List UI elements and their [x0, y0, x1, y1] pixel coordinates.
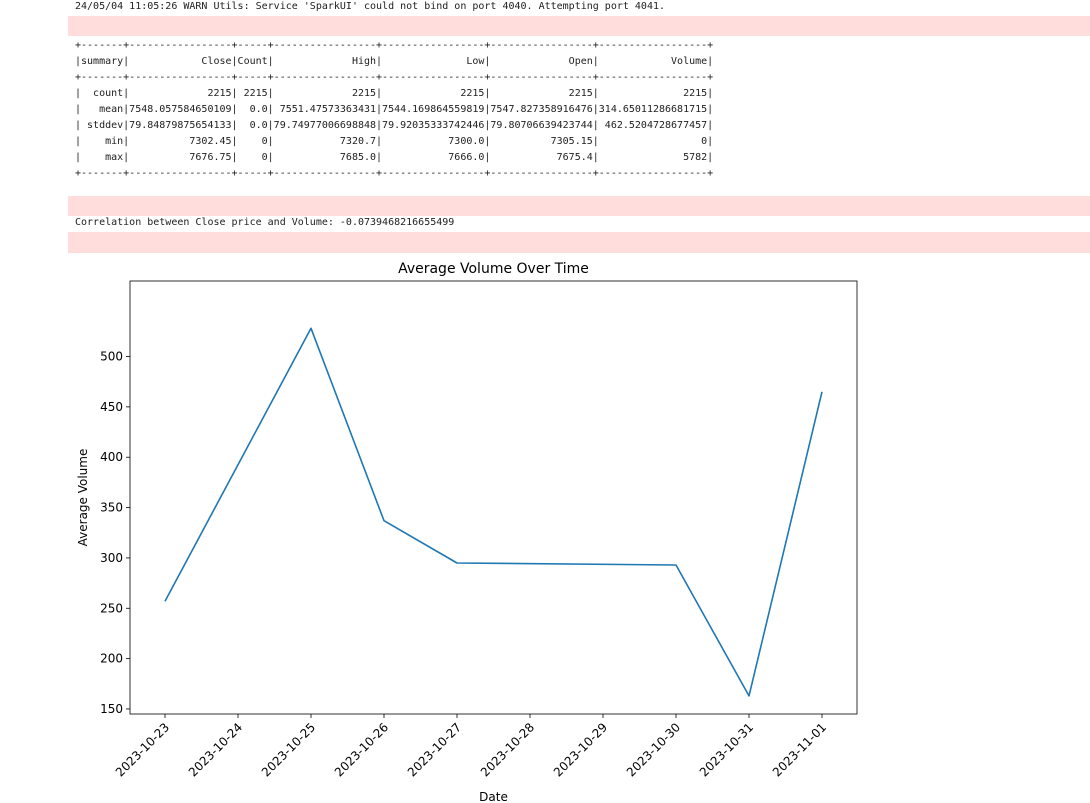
x-tick-label: 2023-10-31	[697, 720, 756, 779]
x-tick-label: 2023-10-25	[259, 720, 318, 779]
y-tick-label: 150	[100, 702, 123, 716]
table-line: +-------+-----------------+-----+-------…	[75, 72, 714, 83]
stderr-band	[68, 196, 1090, 216]
table-line: +-------+-----------------+-----+-------…	[75, 40, 714, 51]
correlation-output: Correlation between Close price and Volu…	[75, 217, 455, 228]
table-line: | min| 7302.45| 0| 7320.7| 7300.0| 7305.…	[75, 136, 714, 147]
x-tick-label: 2023-10-26	[332, 720, 391, 779]
stderr-band	[68, 16, 1090, 36]
table-line: |summary| Close|Count| High| Low| Open| …	[75, 56, 714, 67]
table-line: | mean|7548.057584650109| 0.0| 7551.4757…	[75, 104, 714, 115]
y-tick-label: 450	[100, 400, 123, 414]
x-tick-label: 2023-10-23	[113, 720, 172, 779]
y-axis-label: Average Volume	[76, 449, 90, 547]
plot-frame	[129, 280, 858, 715]
describe-table: +-------+-----------------+-----+-------…	[75, 38, 713, 182]
x-tick-label: 2023-11-01	[770, 720, 829, 779]
y-tick-label: 200	[100, 652, 123, 666]
x-tick-label: 2023-10-30	[624, 720, 683, 779]
table-line: | stddev|79.84879875654133| 0.0|79.74977…	[75, 120, 714, 131]
table-line: | max| 7676.75| 0| 7685.0| 7666.0| 7675.…	[75, 152, 714, 163]
stderr-band	[68, 232, 1090, 253]
x-tick-label: 2023-10-24	[186, 720, 245, 779]
chart-title: Average Volume Over Time	[398, 261, 589, 277]
y-tick-label: 400	[100, 450, 123, 464]
y-tick-label: 350	[100, 501, 123, 515]
x-axis-label: Date	[479, 790, 508, 803]
y-tick-label: 250	[100, 601, 123, 615]
y-tick-label: 300	[100, 551, 123, 565]
table-line: +-------+-----------------+-----+-------…	[75, 168, 714, 179]
x-tick-label: 2023-10-29	[551, 720, 610, 779]
x-tick-label: 2023-10-27	[405, 720, 464, 779]
y-tick-label: 500	[100, 350, 123, 364]
x-tick-label: 2023-10-28	[478, 720, 537, 779]
series-line	[164, 327, 823, 697]
warn-log-line: 24/05/04 11:05:26 WARN Utils: Service 'S…	[75, 1, 666, 12]
table-line: | count| 2215| 2215| 2215| 2215| 2215| 2…	[75, 88, 714, 99]
average-volume-chart: Average Volume Over Time Date Average Vo…	[76, 261, 858, 803]
